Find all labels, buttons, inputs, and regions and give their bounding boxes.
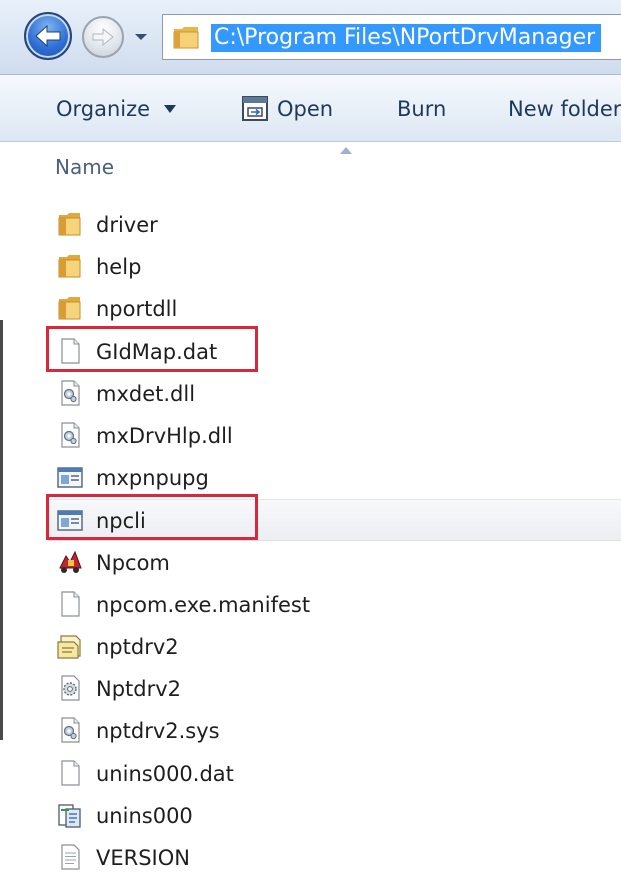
- file-name: unins000: [96, 803, 193, 828]
- file-row[interactable]: nptdrv2: [48, 626, 621, 668]
- file-name: mxDrvHlp.dll: [96, 424, 233, 448]
- file-row[interactable]: nportdll: [48, 288, 621, 330]
- application-icon: [57, 467, 83, 488]
- file-row[interactable]: driver: [48, 204, 621, 246]
- address-path[interactable]: C:\Program Files\NPortDrvManager: [211, 24, 602, 52]
- file-name: mxpnpupg: [96, 466, 209, 491]
- back-button[interactable]: [24, 12, 72, 60]
- file-name: Npcom: [96, 550, 170, 575]
- back-arrow-icon: [35, 24, 61, 48]
- folder-icon: [58, 297, 81, 320]
- dll-file-icon: [61, 380, 80, 406]
- dll-file-icon: [61, 422, 80, 448]
- file-row[interactable]: Nptdrv2: [48, 668, 621, 710]
- blank-file-icon: [61, 759, 80, 786]
- file-row[interactable]: unins000: [48, 795, 621, 837]
- file-name: nptdrv2: [96, 635, 179, 659]
- file-row[interactable]: mxpnpupg: [48, 457, 621, 499]
- open-button[interactable]: Open: [277, 95, 333, 123]
- file-row[interactable]: npcom.exe.manifest: [48, 584, 621, 626]
- burn-button[interactable]: Burn: [397, 95, 446, 123]
- config-file-icon: [61, 675, 80, 701]
- address-bar-strip: C:\Program Files\NPortDrvManager: [0, 0, 621, 75]
- forward-arrow-icon: [92, 27, 114, 47]
- highlight-box: [46, 494, 258, 541]
- recent-pages-button[interactable]: [132, 28, 150, 46]
- file-name: npcom.exe.manifest: [96, 592, 311, 617]
- window-edge: [0, 320, 3, 740]
- sort-ascending-icon: [340, 147, 352, 154]
- uninstaller-icon: [58, 804, 81, 828]
- file-name: unins000.dat: [96, 761, 234, 786]
- dropdown-arrow-icon[interactable]: [164, 104, 176, 114]
- setup-info-icon: [57, 635, 81, 659]
- file-row[interactable]: Npcom: [48, 542, 621, 584]
- file-name: nportdll: [96, 297, 178, 322]
- file-name: help: [96, 255, 142, 280]
- file-name: mxdet.dll: [96, 381, 196, 406]
- folder-icon: [58, 213, 81, 236]
- file-name: Nptdrv2: [96, 677, 182, 702]
- npcom-app-icon: [59, 550, 82, 573]
- address-field[interactable]: C:\Program Files\NPortDrvManager: [162, 14, 621, 60]
- highlight-box: [46, 325, 258, 372]
- file-row[interactable]: mxDrvHlp.dll: [48, 415, 621, 457]
- file-row[interactable]: mxdet.dll: [48, 373, 621, 415]
- folder-icon: [58, 255, 81, 278]
- dll-file-icon: [61, 717, 80, 743]
- file-row[interactable]: unins000.dat: [48, 753, 621, 795]
- organize-button[interactable]: Organize: [56, 95, 150, 123]
- command-bar: Organize Open Burn New folder: [0, 75, 621, 142]
- forward-button[interactable]: [82, 16, 124, 58]
- new-folder-button[interactable]: New folder: [508, 95, 621, 123]
- blank-file-icon: [61, 591, 80, 617]
- file-name: nptdrv2.sys: [96, 719, 220, 744]
- folder-icon: [173, 27, 199, 49]
- file-row[interactable]: nptdrv2.sys: [48, 710, 621, 752]
- file-row[interactable]: VERSION: [48, 837, 621, 879]
- text-file-icon: [61, 844, 80, 870]
- file-name: driver: [96, 213, 158, 237]
- file-row[interactable]: help: [48, 246, 621, 288]
- name-column-header[interactable]: Name: [55, 155, 114, 179]
- file-name: VERSION: [96, 846, 190, 870]
- column-header: Name: [0, 142, 621, 190]
- chevron-down-icon: [135, 34, 147, 40]
- open-icon: [242, 96, 268, 121]
